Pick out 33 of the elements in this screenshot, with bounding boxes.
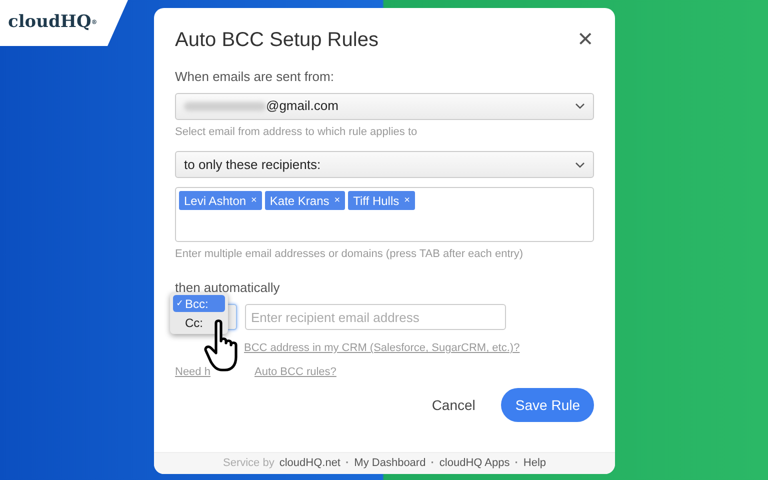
footer-text: Service by [222,456,274,472]
footer-link[interactable]: cloudHQ.net [279,455,340,472]
close-button[interactable]: ✕ [577,25,594,55]
footer-link[interactable]: Help [523,455,546,472]
logo: cloudHQ$^{®}$ [8,11,98,34]
recipients-select[interactable]: to only these recipients: [175,151,594,178]
save-button[interactable]: Save Rule [501,388,594,422]
hint-text: Enter multiple email addresses or domains (press TAB after each entry) [175,247,524,262]
select-value: to only these recipients: [184,156,321,174]
footer-link[interactable]: cloudHQ Apps [439,455,510,472]
hint-text: Select email from address to which rule applies to [175,124,418,140]
select-value: @gmail.com [266,97,338,116]
tag-label: Tiff Hulls [353,192,400,210]
separator: · [430,456,434,472]
chevron-down-icon [575,103,585,109]
separator: · [514,456,518,472]
remove-tag-button[interactable]: × [251,193,257,208]
from-label: When emails are sent from: [175,68,335,86]
dropdown-option[interactable]: ✓Bcc: [173,295,225,312]
remove-tag-button[interactable]: × [334,193,340,208]
dialog-title: Auto BCC Setup Rules [175,28,378,53]
chevron-down-icon [575,162,585,168]
footer-link[interactable]: My Dashboard [354,455,426,472]
recipients-field[interactable]: Levi Ashton × Kate Krans × Tiff Hulls × [175,187,594,242]
dropdown-option[interactable]: Cc: [173,314,225,331]
tag-label: Levi Ashton [184,192,246,210]
recipient-input[interactable]: Enter recipient email address [245,304,506,330]
remove-tag-button[interactable]: × [404,193,410,208]
tag-label: Kate Krans [270,192,330,210]
separator: · [346,456,350,472]
action-label: then automatically [175,278,281,297]
from-select[interactable]: @gmail.com [175,92,594,120]
cancel-button[interactable]: Cancel [422,388,486,422]
